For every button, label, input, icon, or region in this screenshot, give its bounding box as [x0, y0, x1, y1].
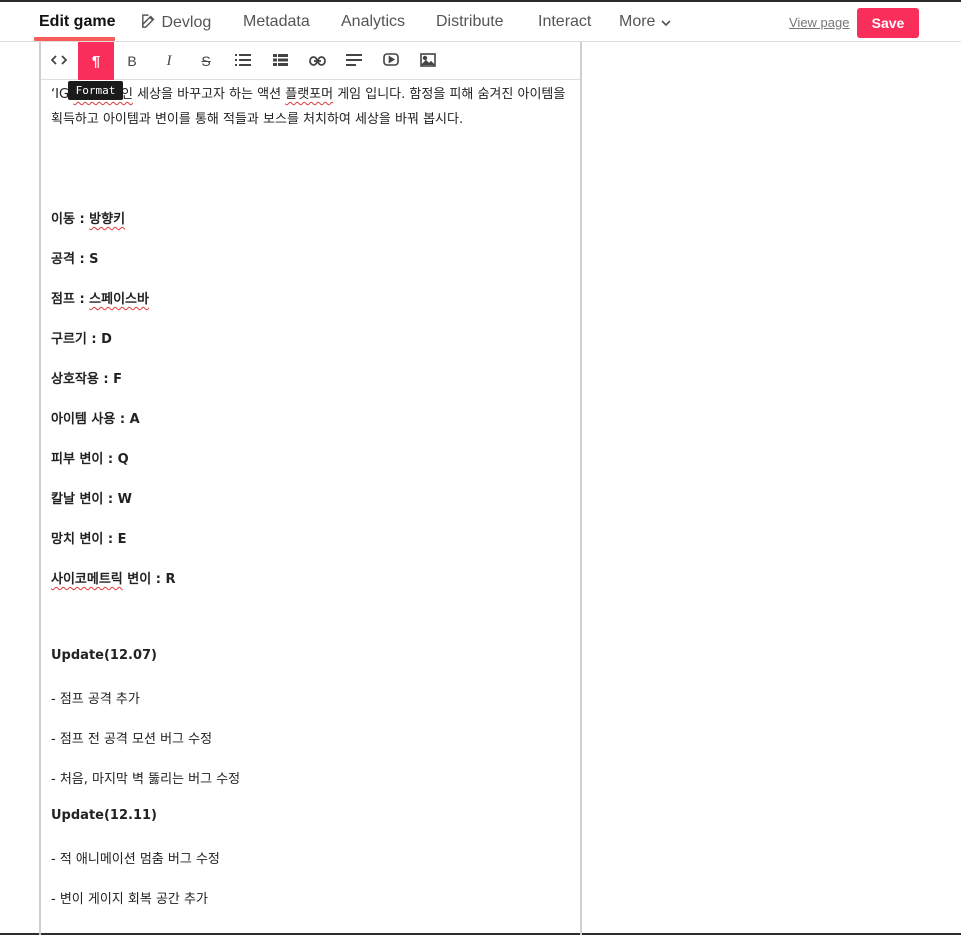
update-note: - 점프 공격 추가 [51, 692, 140, 707]
italic-icon: I [166, 52, 172, 69]
strikethrough-icon: S [201, 53, 211, 69]
tab-devlog[interactable]: Devlog [140, 13, 211, 32]
editor-left-border [39, 42, 41, 935]
align-icon [346, 53, 362, 69]
update-title-1211: Update(12.11) [51, 808, 157, 823]
editor-right-border [580, 42, 582, 935]
paragraph-format-icon: ¶ [91, 52, 101, 70]
edit-pencil-icon [140, 14, 157, 31]
active-tab-indicator [34, 37, 115, 41]
control-jump: 점프 : 스페이스바 [51, 292, 149, 307]
table-icon [272, 53, 288, 69]
align-button[interactable] [336, 42, 372, 80]
control-hammer-mutation: 망치 변이 : E [51, 532, 127, 547]
update-note: - 적 애니메이션 멈춤 버그 수정 [51, 852, 220, 867]
control-blade-mutation: 칼날 변이 : W [51, 492, 132, 507]
update-title-1207: Update(12.07) [51, 648, 157, 663]
update-note: - 처음, 마지막 벽 뚫리는 버그 수정 [51, 772, 241, 787]
bold-icon: B [127, 53, 137, 69]
tab-metadata[interactable]: Metadata [243, 13, 310, 31]
tab-distribute[interactable]: Distribute [436, 13, 504, 31]
control-attack: 공격 : S [51, 252, 99, 267]
tab-devlog-label: Devlog [161, 14, 212, 31]
tab-more-label: More [619, 13, 656, 30]
control-roll: 구르기 : D [51, 332, 112, 347]
bullet-list-button[interactable] [225, 42, 261, 80]
control-psychometric-mutation: 사이코메트릭 변이 : R [51, 572, 176, 587]
tab-more[interactable]: More [619, 13, 672, 31]
chevron-down-icon [660, 13, 672, 30]
save-button[interactable]: Save [857, 8, 919, 38]
video-embed-icon [383, 53, 399, 69]
format-tooltip: Format [68, 81, 123, 100]
tab-analytics[interactable]: Analytics [341, 13, 405, 31]
intro-paragraph: ‘IG 포칼립스인 세상을 바꾸고자 하는 액션 플랫포머 게임 입니다. 함정… [51, 87, 566, 127]
link-icon [308, 53, 326, 69]
paragraph-format-button[interactable]: ¶ [78, 42, 114, 80]
bullet-list-icon [235, 53, 251, 69]
control-skin-mutation: 피부 변이 : Q [51, 452, 129, 467]
update-note: - 점프 전 공격 모션 버그 수정 [51, 732, 213, 747]
tab-edit-game[interactable]: Edit game [39, 13, 115, 31]
tab-interact[interactable]: Interact [538, 13, 591, 31]
view-page-link[interactable]: View page [789, 15, 849, 30]
video-embed-button[interactable] [373, 42, 409, 80]
bold-button[interactable]: B [114, 42, 150, 80]
control-interact: 상호작용 : F [51, 372, 122, 387]
italic-button[interactable]: I [151, 42, 187, 80]
editor-toolbar: ¶ B I S [41, 42, 580, 80]
control-use-item: 아이템 사용 : A [51, 412, 140, 427]
strikethrough-button[interactable]: S [188, 42, 224, 80]
control-move: 이동 : 방향키 [51, 212, 126, 227]
code-icon [50, 53, 68, 69]
image-icon [420, 52, 436, 70]
code-view-button[interactable] [41, 42, 77, 80]
top-nav: Edit game Devlog Metadata Analytics Dist… [0, 2, 961, 42]
table-button[interactable] [262, 42, 298, 80]
image-button[interactable] [410, 42, 446, 80]
link-button[interactable] [299, 42, 335, 80]
update-note: - 변이 게이지 회복 공간 추가 [51, 892, 208, 907]
